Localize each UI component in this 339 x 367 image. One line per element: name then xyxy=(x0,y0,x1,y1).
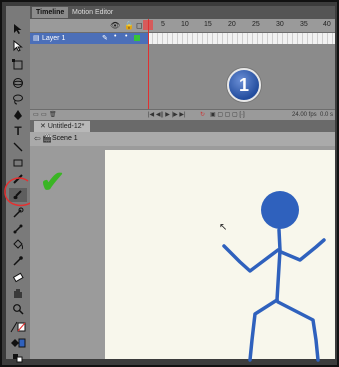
figure-left-leg xyxy=(248,298,279,362)
figure-body xyxy=(275,228,282,302)
figure-right-arm xyxy=(279,238,326,262)
figure-right-leg xyxy=(276,300,320,362)
figure-head xyxy=(261,191,299,229)
stick-figure-drawing xyxy=(222,191,326,362)
figure-left-arm xyxy=(222,244,280,273)
